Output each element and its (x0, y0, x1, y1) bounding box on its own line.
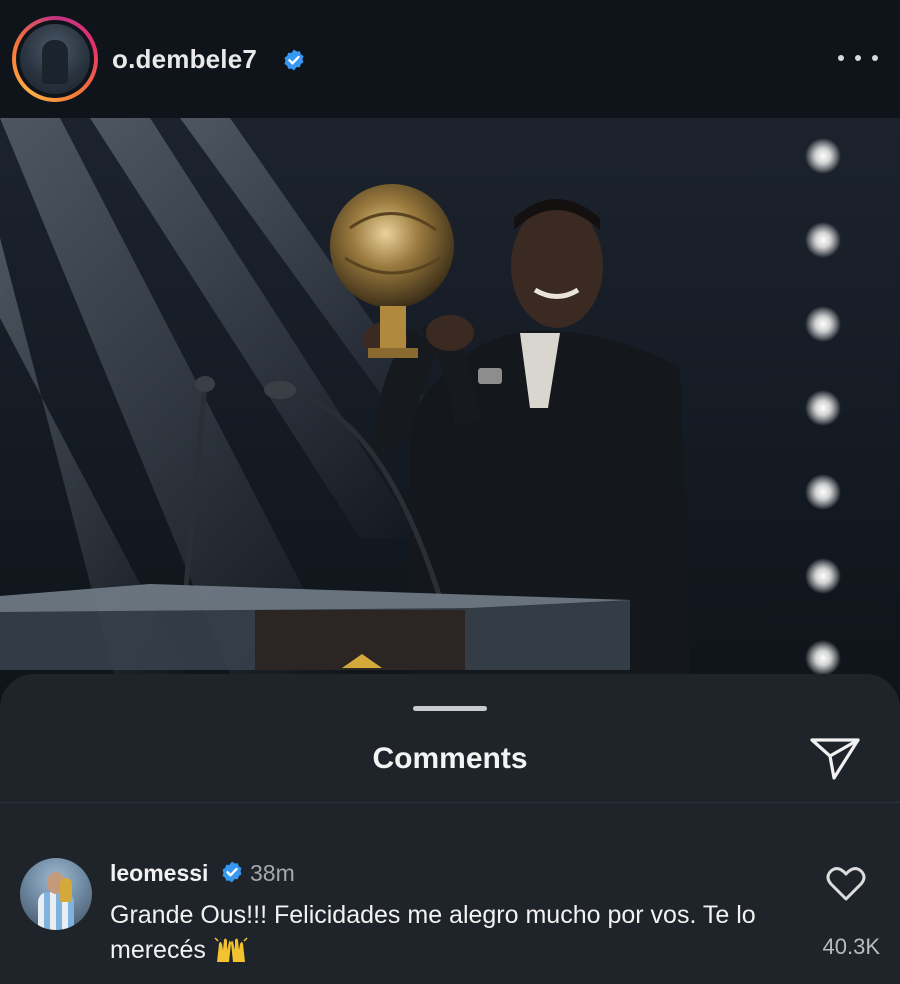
drag-handle[interactable] (413, 706, 487, 711)
profile-avatar[interactable] (12, 16, 98, 102)
post-header: o.dembele7 (0, 0, 900, 118)
photo-illustration (0, 118, 841, 698)
instagram-post-screen: o.dembele7 Comments leomessi 38m Grande … (0, 0, 900, 984)
comment-username[interactable]: leomessi (110, 860, 208, 887)
heart-like-icon[interactable] (826, 866, 866, 902)
verified-badge-icon (284, 49, 304, 71)
comments-sheet: Comments leomessi 38m Grande Ous!!! Feli… (0, 674, 900, 984)
comment-item: leomessi 38m Grande Ous!!! Felicidades m… (0, 854, 900, 974)
post-photo[interactable] (0, 118, 900, 698)
comment-text: Grande Ous!!! Felicidades me alegro much… (110, 901, 756, 964)
comments-title: Comments (372, 742, 528, 775)
sheet-divider (0, 802, 900, 803)
verified-badge-icon (222, 861, 242, 883)
commenter-avatar[interactable] (20, 858, 92, 930)
send-paper-plane-icon[interactable] (808, 734, 862, 782)
avatar-image (20, 24, 90, 94)
raising-hands-emoji-icon (214, 937, 248, 962)
post-username[interactable]: o.dembele7 (112, 44, 257, 75)
comment-time: 38m (250, 860, 295, 886)
comment-text-container: Grande Ous!!! Felicidades me alegro much… (110, 898, 770, 968)
like-count: 40.3K (822, 934, 881, 959)
more-horizontal-icon[interactable] (838, 46, 878, 70)
